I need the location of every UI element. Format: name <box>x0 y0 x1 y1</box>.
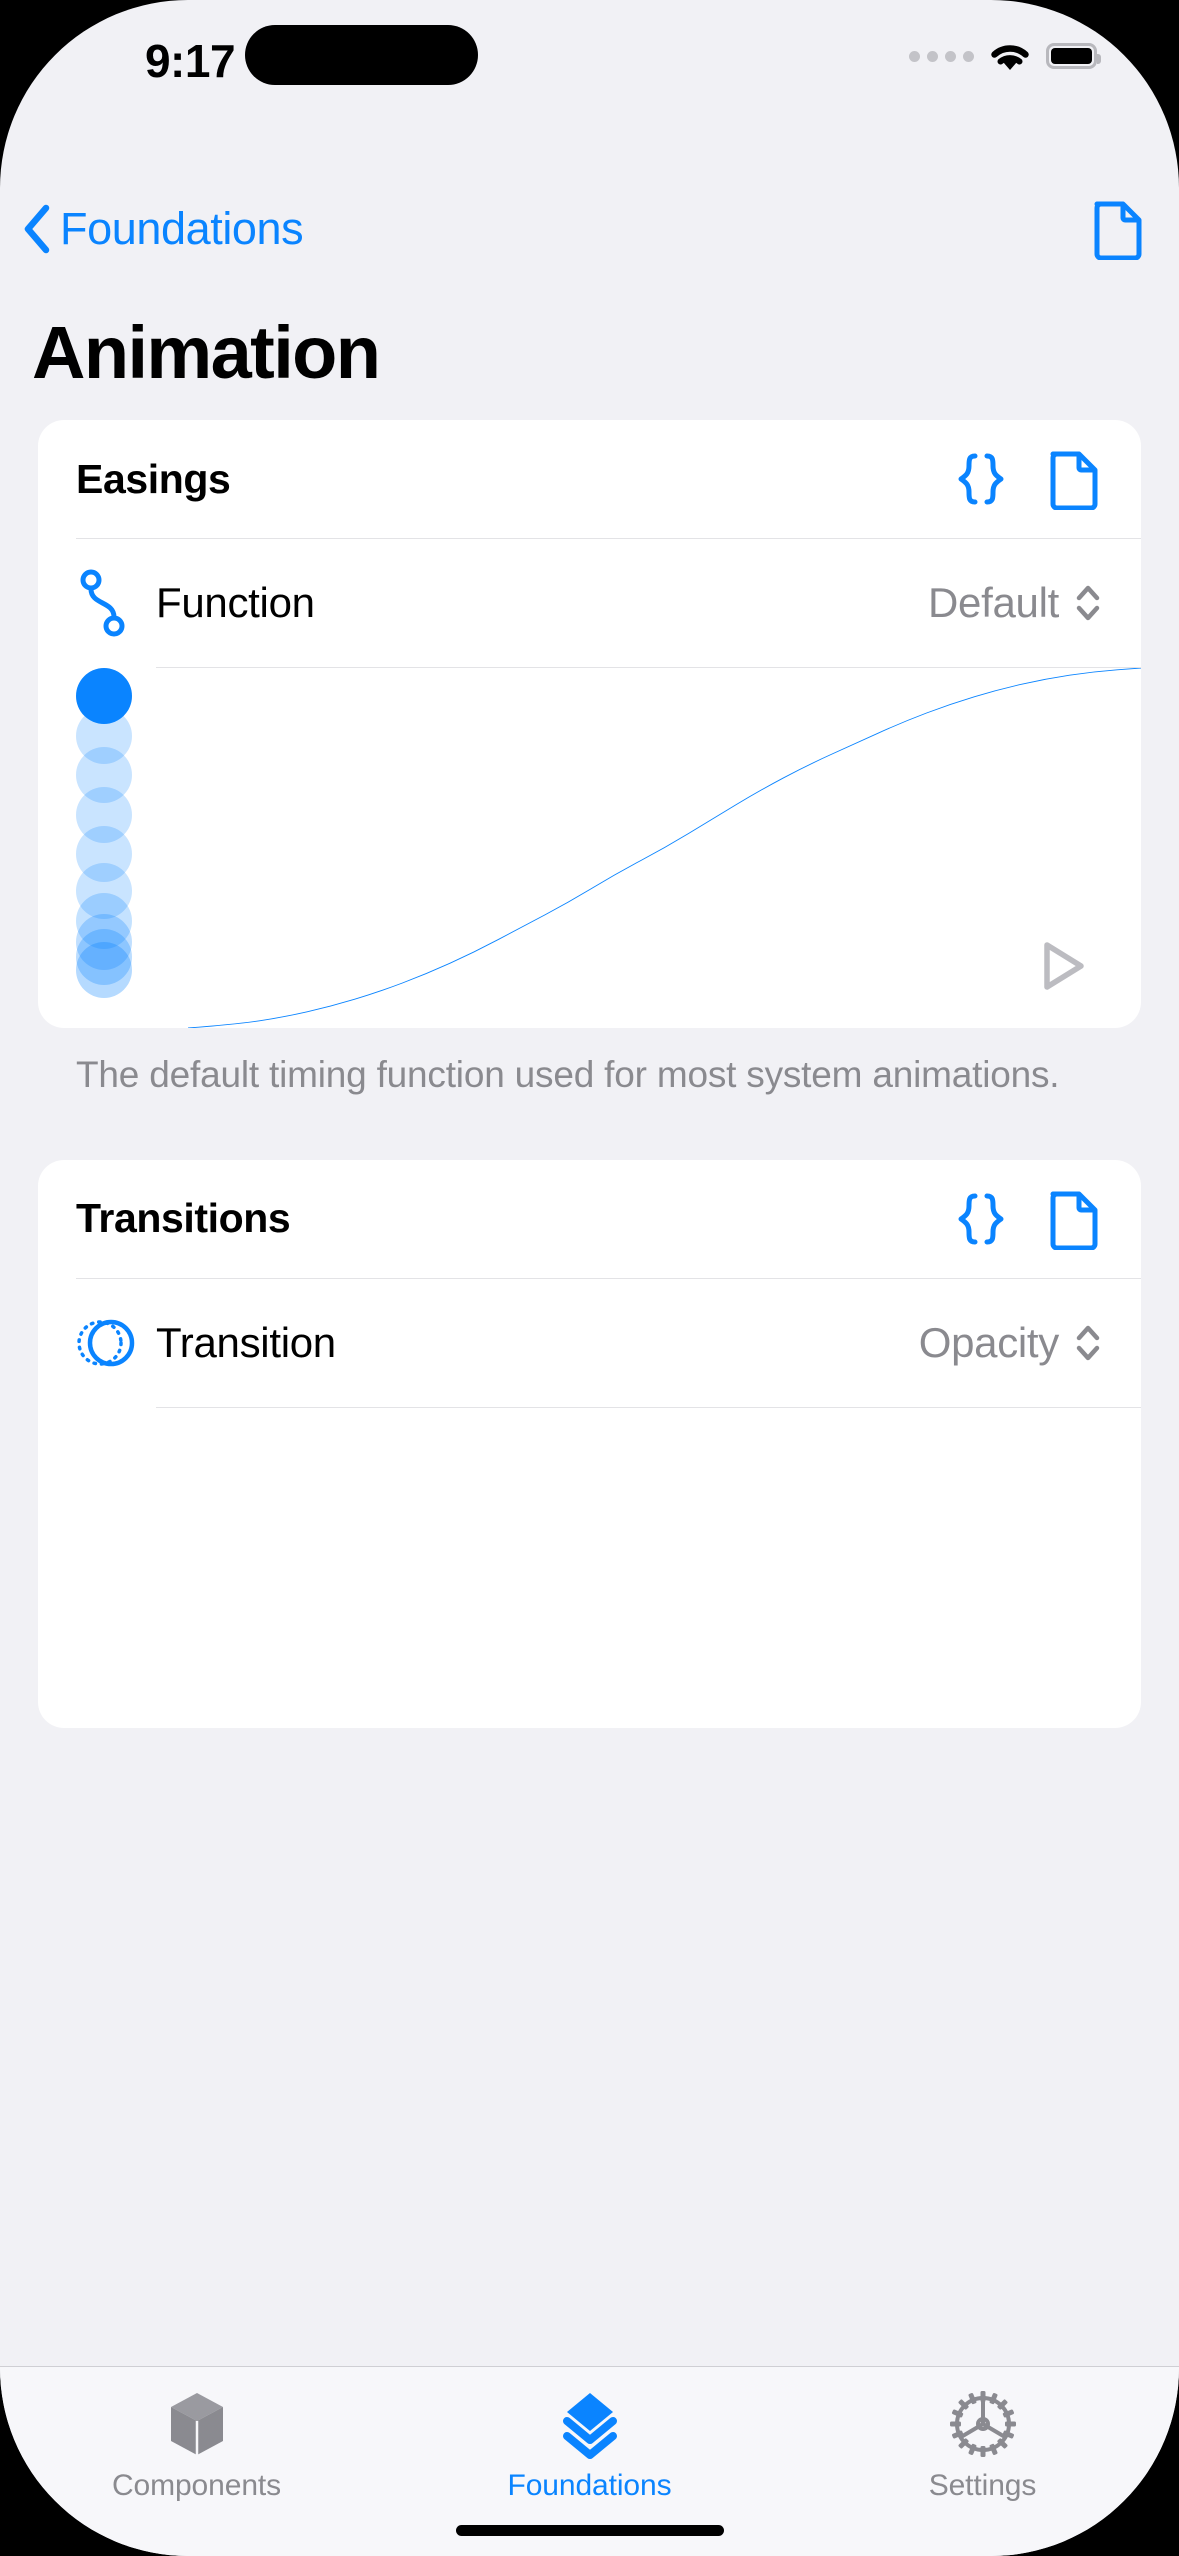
tab-label-foundations: Foundations <box>507 2469 671 2503</box>
motion-trail-dot <box>76 668 132 724</box>
function-value: Default <box>928 579 1059 627</box>
document-icon <box>1047 448 1101 510</box>
transition-opacity-icon-wrap <box>76 1312 156 1374</box>
status-bar: 9:17 <box>0 0 1179 136</box>
play-triangle-icon <box>1031 935 1093 997</box>
code-braces-button-transitions[interactable] <box>953 1190 1009 1248</box>
card-title-transitions: Transitions <box>76 1195 290 1242</box>
cube-icon <box>165 2389 229 2459</box>
easing-curve-chart <box>188 668 1141 1028</box>
device-frame: 9:17 Found <box>0 0 1179 2556</box>
easing-preview-stage <box>38 668 1141 1028</box>
gear-icon-wrap <box>948 2389 1018 2459</box>
chevron-up-down-icon <box>1073 580 1103 626</box>
transition-preview-stage <box>38 1408 1141 1728</box>
bezier-curve-icon <box>76 567 132 639</box>
nav-document-button[interactable] <box>1091 198 1145 260</box>
card-header-transitions: Transitions <box>38 1160 1141 1278</box>
card-title-easings: Easings <box>76 456 230 503</box>
scroll-content[interactable]: Easings <box>0 420 1179 2416</box>
code-braces-button-easings[interactable] <box>953 450 1009 508</box>
play-button[interactable] <box>1031 935 1093 1002</box>
wifi-icon <box>988 40 1032 72</box>
layers-chevrons-icon-wrap <box>555 2389 625 2459</box>
document-icon <box>1091 198 1145 260</box>
document-button-transitions[interactable] <box>1047 1188 1101 1250</box>
dynamic-island <box>245 25 478 85</box>
row-transition[interactable]: Transition Opacity <box>38 1279 1141 1407</box>
tab-foundations[interactable]: Foundations <box>393 2389 786 2503</box>
battery-full-icon <box>1046 43 1097 69</box>
card-header-easings: Easings <box>38 420 1141 538</box>
caption-easings: The default timing function used for mos… <box>38 1050 1141 1100</box>
status-indicators <box>909 38 1097 74</box>
page-title: Animation <box>32 310 379 395</box>
row-label-transition: Transition <box>156 1319 336 1367</box>
document-button-easings[interactable] <box>1047 448 1101 510</box>
card-header-actions <box>953 448 1101 510</box>
row-label-function: Function <box>156 579 315 627</box>
row-function[interactable]: Function Default <box>38 539 1141 667</box>
chevron-left-icon <box>20 203 54 255</box>
card-easings: Easings <box>38 420 1141 1028</box>
transition-picker[interactable]: Opacity <box>919 1319 1103 1367</box>
cube-icon-wrap <box>165 2389 229 2459</box>
gear-icon <box>948 2389 1018 2459</box>
layers-chevrons-icon <box>555 2388 625 2460</box>
phone-screen: 9:17 Found <box>0 0 1179 2556</box>
cellular-dots-icon <box>909 51 974 62</box>
home-indicator <box>456 2525 724 2536</box>
card-header-actions <box>953 1188 1101 1250</box>
transition-value: Opacity <box>919 1319 1059 1367</box>
navigation-bar: Foundations <box>0 186 1179 272</box>
card-transitions: Transitions <box>38 1160 1141 1728</box>
tab-label-settings: Settings <box>929 2469 1037 2503</box>
tab-settings[interactable]: Settings <box>786 2389 1179 2503</box>
bezier-curve-icon-wrap <box>76 567 156 639</box>
curly-braces-icon <box>953 1190 1009 1248</box>
easing-curve-svg <box>188 668 1141 1028</box>
motion-trail <box>76 668 186 1028</box>
tab-components[interactable]: Components <box>0 2389 393 2503</box>
document-icon <box>1047 1188 1101 1250</box>
function-picker[interactable]: Default <box>928 579 1103 627</box>
transition-opacity-icon <box>76 1312 138 1374</box>
chevron-up-down-icon <box>1073 1320 1103 1366</box>
back-button[interactable]: Foundations <box>20 203 303 255</box>
tab-label-components: Components <box>112 2469 281 2503</box>
curly-braces-icon <box>953 450 1009 508</box>
back-button-label: Foundations <box>60 203 303 255</box>
